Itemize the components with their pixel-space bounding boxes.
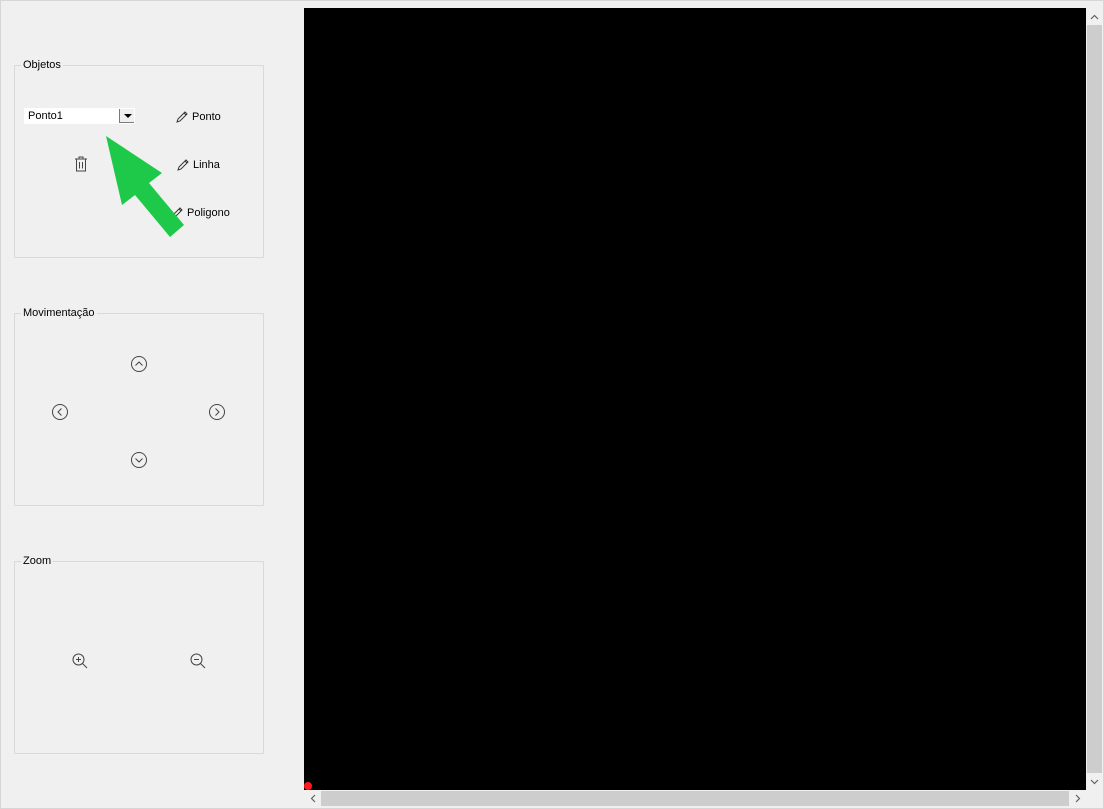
control-panel: Objetos Ponto1 Ponto Linha Poligono Movi… [4, 8, 302, 804]
scroll-up-arrow-icon[interactable] [1086, 8, 1103, 25]
ponto-label: Ponto [192, 111, 221, 123]
move-left-button[interactable] [50, 402, 70, 422]
object-select[interactable]: Ponto1 [24, 108, 135, 124]
arrow-up-circle-icon [131, 356, 147, 372]
drawing-canvas[interactable] [304, 8, 1086, 790]
annotation-arrow-icon [106, 136, 184, 237]
zoom-in-icon [72, 653, 88, 669]
movimentacao-title: Movimentação [21, 307, 97, 320]
scroll-left-arrow-icon[interactable] [304, 790, 321, 807]
zoom-group: Zoom [14, 555, 264, 754]
move-right-button[interactable] [207, 402, 227, 422]
horizontal-scroll-thumb[interactable] [321, 791, 1069, 806]
ponto-button[interactable]: Ponto [174, 108, 221, 126]
move-down-button[interactable] [129, 450, 149, 470]
move-up-button[interactable] [129, 354, 149, 374]
object-select-value: Ponto1 [28, 110, 63, 122]
movimentacao-group: Movimentação [14, 307, 264, 506]
scroll-down-arrow-icon[interactable] [1086, 773, 1103, 790]
trash-icon [75, 156, 87, 172]
objetos-title: Objetos [21, 59, 63, 72]
chevron-down-icon[interactable] [119, 109, 134, 123]
horizontal-scrollbar[interactable] [304, 790, 1086, 807]
zoom-title: Zoom [21, 555, 54, 568]
scroll-right-arrow-icon[interactable] [1069, 790, 1086, 807]
pencil-icon [176, 111, 188, 123]
origin-point [304, 782, 312, 790]
scrollbar-corner [1086, 790, 1103, 807]
delete-button[interactable] [71, 154, 91, 174]
arrow-left-circle-icon [52, 404, 68, 420]
arrow-right-circle-icon [209, 404, 225, 420]
arrow-down-circle-icon [131, 452, 147, 468]
vertical-scroll-thumb[interactable] [1087, 25, 1102, 773]
zoom-in-button[interactable] [70, 651, 90, 671]
vertical-scrollbar[interactable] [1086, 8, 1103, 790]
zoom-out-icon [190, 653, 206, 669]
zoom-out-button[interactable] [188, 651, 208, 671]
